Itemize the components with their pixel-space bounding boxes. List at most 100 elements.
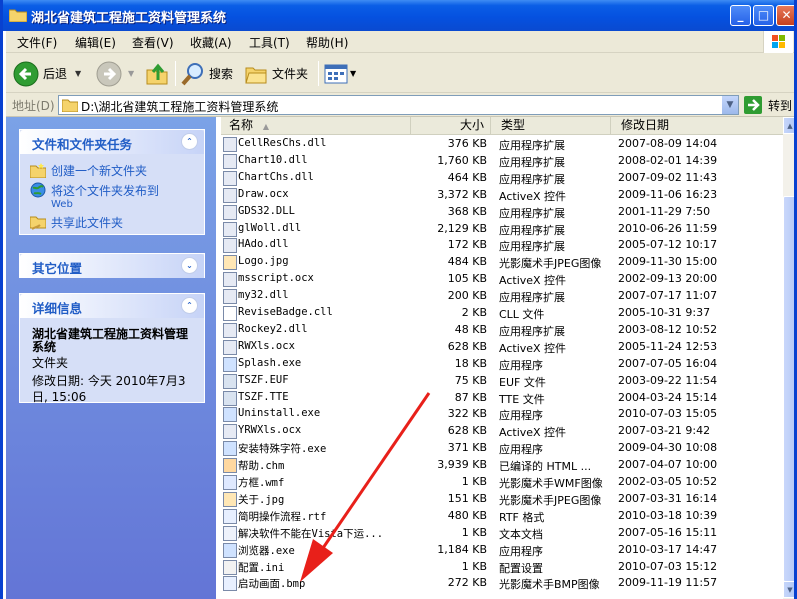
collapse-chevron-icon[interactable]: ⌃ <box>181 297 198 314</box>
window-title: 湖北省建筑工程施工资料管理系统 <box>31 11 227 26</box>
file-row[interactable]: 方框.wmf 1 KB 光影魔术手WMF图像 2002-03-05 10:52 <box>221 474 783 491</box>
file-row[interactable]: TSZF.EUF 75 KB EUF 文件 2003-09-22 11:54 <box>221 373 783 390</box>
go-button[interactable]: 转到 <box>744 95 792 115</box>
address-label: 地址(D) <box>12 99 55 113</box>
panel-header[interactable]: 详细信息 ⌃ <box>20 294 204 318</box>
task-share-folder[interactable]: 共享此文件夹 <box>30 214 123 231</box>
views-button[interactable]: ▼ <box>324 60 356 87</box>
file-size: 628 KB <box>447 424 487 438</box>
file-row[interactable]: Draw.ocx 3,372 KB ActiveX 控件 2009-11-06 16:… <box>221 187 783 204</box>
close-button[interactable]: ✕ <box>776 5 794 26</box>
file-row[interactable]: 启动画面.bmp 272 KB 光影魔术手BMP图像 2009-11-19 11:57 <box>221 575 783 592</box>
search-icon <box>181 62 203 85</box>
task-label: 将这个文件夹发布到 <box>51 184 160 198</box>
file-name: GDS32.DLL <box>238 204 295 217</box>
file-row[interactable]: Chart10.dll 1,760 KB 应用程序扩展 2008-02-01 14:3… <box>221 153 783 170</box>
task-publish-web[interactable]: 将这个文件夹发布到 Web <box>30 182 159 210</box>
file-type: 光影魔术手BMP图像 <box>499 578 600 592</box>
file-name: CellResChs.dll <box>238 137 327 149</box>
file-name: HAdo.dll <box>238 238 289 251</box>
search-button[interactable]: 搜索 <box>181 60 233 87</box>
title-bar[interactable]: 湖北省建筑工程施工资料管理系统 _ □ ✕ <box>3 0 794 31</box>
file-row[interactable]: ChartChs.dll 464 KB 应用程序扩展 2007-09-02 11:43 <box>221 170 783 187</box>
scroll-down-button[interactable]: ▼ <box>783 581 794 598</box>
panel-header[interactable]: 其它位置 ⌄ <box>20 254 204 278</box>
address-field[interactable]: D:\湖北省建筑工程施工资料管理系统 ▼ <box>58 95 739 115</box>
menu-help[interactable]: 帮助(H) <box>306 34 348 51</box>
minimize-icon: _ <box>737 8 744 22</box>
file-name: 浏览器.exe <box>238 544 295 557</box>
file-type: 应用程序 <box>499 443 543 457</box>
file-size: 1 KB <box>461 525 487 539</box>
file-row[interactable]: 浏览器.exe 1,184 KB 应用程序 2010-03-17 14:47 <box>221 542 783 559</box>
menu-favorites[interactable]: 收藏(A) <box>190 34 232 51</box>
file-date: 2010-07-03 15:12 <box>618 559 718 573</box>
file-icon <box>223 356 237 372</box>
panel-header[interactable]: 文件和文件夹任务 ⌃ <box>20 130 204 154</box>
column-name[interactable]: 名称 ▲ <box>221 117 411 135</box>
back-button[interactable]: 后退 ▼ <box>13 60 81 87</box>
file-row[interactable]: CellResChs.dll 376 KB 应用程序扩展 2007-08-09 14:… <box>221 136 783 153</box>
file-row[interactable]: Uninstall.exe 322 KB 应用程序 2010-07-03 15:05 <box>221 406 783 423</box>
file-row[interactable]: RWXls.ocx 628 KB ActiveX 控件 2005-11-24 12:5… <box>221 339 783 356</box>
file-icon <box>223 221 237 237</box>
file-size: 1,760 KB <box>437 153 487 167</box>
file-row[interactable]: TSZF.TTE 87 KB TTE 文件 2004-03-24 15:14 <box>221 390 783 407</box>
go-arrow-icon <box>744 96 762 114</box>
file-date: 2007-07-17 11:07 <box>618 289 718 303</box>
file-row[interactable]: glWoll.dll 2,129 KB 应用程序扩展 2010-06-26 11:59 <box>221 221 783 238</box>
file-name: 帮助.chm <box>238 460 285 473</box>
file-row[interactable]: msscript.ocx 105 KB ActiveX 控件 2002-09-13 2… <box>221 271 783 288</box>
file-row[interactable]: 关于.jpg 151 KB 光影魔术手JPEG图像 2007-03-31 16:14 <box>221 491 783 508</box>
file-row[interactable]: 简明操作流程.rtf 480 KB RTF 格式 2010-03-18 10:39 <box>221 508 783 525</box>
file-icon <box>223 187 237 203</box>
file-name: 关于.jpg <box>238 493 285 506</box>
file-row[interactable]: 解决软件不能在Vista下运... 1 KB 文本文档 2007-05-16 15:1… <box>221 525 783 542</box>
file-date: 2002-09-13 20:00 <box>618 272 718 286</box>
file-row[interactable]: GDS32.DLL 368 KB 应用程序扩展 2001-11-29 7:50 <box>221 204 783 221</box>
task-new-folder[interactable]: 创建一个新文件夹 <box>30 162 147 179</box>
menu-tools[interactable]: 工具(T) <box>249 34 290 51</box>
file-type: ActiveX 控件 <box>499 426 567 440</box>
file-type: CLL 文件 <box>499 308 545 321</box>
details-modified: 修改日期: 今天 2010年7月3 <box>32 374 186 388</box>
maximize-button[interactable]: □ <box>753 5 774 26</box>
chevron-down-icon: ▼ <box>787 586 793 594</box>
file-type: 光影魔术手JPEG图像 <box>499 257 602 271</box>
vertical-scrollbar[interactable]: ▲ ▼ <box>783 117 794 599</box>
scroll-thumb[interactable] <box>783 196 794 582</box>
address-dropdown-button[interactable]: ▼ <box>721 96 738 114</box>
file-row[interactable]: 安装特殊字符.exe 371 KB 应用程序 2009-04-30 10:08 <box>221 440 783 457</box>
file-row[interactable]: 帮助.chm 3,939 KB 已编译的 HTML ... 2007-04-07 10… <box>221 457 783 474</box>
file-icon <box>223 475 237 490</box>
file-row[interactable]: Splash.exe 18 KB 应用程序 2007-07-05 16:04 <box>221 356 783 373</box>
file-type: 配置设置 <box>499 561 543 575</box>
panel-title: 文件和文件夹任务 <box>32 137 133 152</box>
file-name: TSZF.EUF <box>238 373 289 386</box>
menu-edit[interactable]: 编辑(E) <box>75 34 116 51</box>
file-type: TTE 文件 <box>499 392 545 406</box>
file-date: 2003-08-12 10:52 <box>618 322 718 336</box>
menu-view[interactable]: 查看(V) <box>132 34 174 51</box>
collapse-chevron-icon[interactable]: ⌃ <box>181 133 198 150</box>
file-row[interactable]: ReviseBadge.cll 2 KB CLL 文件 2005-10-31 9:37 <box>221 305 783 322</box>
file-row[interactable]: my32.dll 200 KB 应用程序扩展 2007-07-17 11:07 <box>221 288 783 305</box>
forward-button[interactable]: ▼ <box>96 60 134 87</box>
file-row[interactable]: 配置.ini 1 KB 配置设置 2010-07-03 15:12 <box>221 559 783 576</box>
up-folder-button[interactable] <box>145 60 169 87</box>
file-date: 2004-03-24 15:14 <box>618 390 718 404</box>
file-date: 2009-04-30 10:08 <box>618 441 718 455</box>
file-row[interactable]: Rockey2.dll 48 KB 应用程序扩展 2003-08-12 10:52 <box>221 322 783 339</box>
scroll-up-button[interactable]: ▲ <box>783 117 794 134</box>
file-row[interactable]: Logo.jpg 484 KB 光影魔术手JPEG图像 2009-11-30 15:0… <box>221 254 783 271</box>
file-row[interactable]: HAdo.dll 172 KB 应用程序扩展 2005-07-12 10:17 <box>221 237 783 254</box>
menu-file[interactable]: 文件(F) <box>17 34 57 51</box>
column-date[interactable]: 修改日期 <box>611 117 783 135</box>
column-size[interactable]: 大小 <box>411 117 491 135</box>
folders-button[interactable]: 文件夹 <box>244 60 308 87</box>
column-type[interactable]: 类型 <box>491 117 611 135</box>
file-size: 3,939 KB <box>437 458 487 472</box>
file-row[interactable]: YRWXls.ocx 628 KB ActiveX 控件 2007-03-21 9:4… <box>221 423 783 440</box>
expand-chevron-icon[interactable]: ⌄ <box>181 257 198 274</box>
minimize-button[interactable]: _ <box>730 5 751 26</box>
